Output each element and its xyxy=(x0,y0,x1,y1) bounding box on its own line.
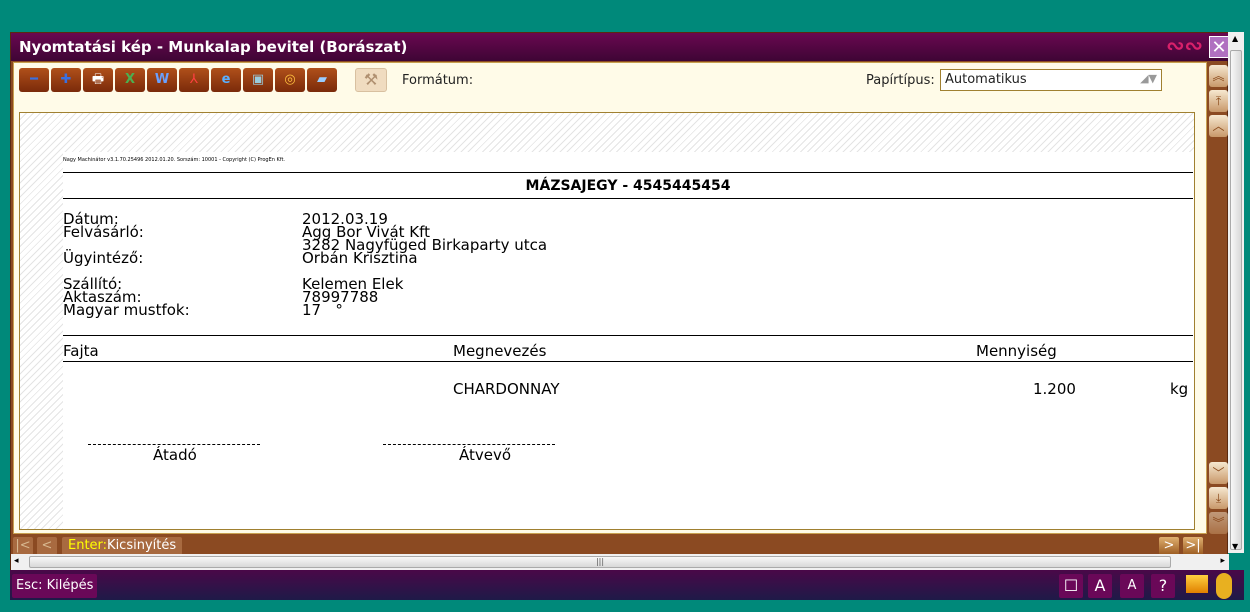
header-line: Nagy Machinátor v3.1.70.25496 2012.01.20… xyxy=(63,157,286,163)
column-header-megnevezes: Megnevezés xyxy=(453,342,547,360)
status-bar: Esc: Kilépés ☐ A A ? xyxy=(10,570,1244,600)
sign-label-atvevo: Átvevő xyxy=(459,446,512,464)
field-label: Magyar mustfok: xyxy=(63,301,190,319)
browser-export-button[interactable]: e xyxy=(211,68,241,92)
print-preview-window: Nyomtatási kép - Munkalap bevitel (Borás… xyxy=(10,32,1229,570)
paper-type-select[interactable]: Automatikus ◢▼ xyxy=(940,69,1162,91)
monitor-icon[interactable] xyxy=(1186,575,1208,593)
document-title: MÁZSAJEGY - 4545445454 xyxy=(525,178,731,194)
bottom-button[interactable]: ⤓ xyxy=(1209,487,1228,509)
font-smaller-button[interactable]: A xyxy=(1120,574,1144,598)
column-header-fajta: Fajta xyxy=(63,342,99,360)
field-label: Felvásárló: xyxy=(63,223,144,241)
logo-icon: ∾∾ xyxy=(1166,34,1203,59)
print-button[interactable]: 🖶 xyxy=(83,68,113,92)
field-value: 17 ° xyxy=(302,301,343,319)
row-mennyiseg: 1.200 xyxy=(1033,380,1076,398)
word-export-button[interactable]: W xyxy=(147,68,177,92)
page-margin-top xyxy=(20,113,1194,152)
pdf-export-button[interactable]: ⅄ xyxy=(179,68,209,92)
scroll-up-button[interactable]: ︿ xyxy=(1209,115,1228,137)
page-margin-left xyxy=(20,113,63,529)
window-title: Nyomtatási kép - Munkalap bevitel (Borás… xyxy=(19,38,408,56)
sign-label-atado: Átadó xyxy=(153,446,197,464)
close-button[interactable]: ✕ xyxy=(1209,36,1229,58)
horizontal-scrollbar[interactable]: ◂ ||| ▸ xyxy=(11,554,1229,570)
last-page-down-button[interactable]: ︾ xyxy=(1209,512,1228,534)
hint-label: Kicsinyítés xyxy=(107,538,177,553)
print-preview-page: Nagy Machinátor v3.1.70.25496 2012.01.20… xyxy=(19,112,1195,530)
hint-key: Enter: xyxy=(68,538,108,553)
scrollbar-thumb[interactable]: ||| xyxy=(29,556,1171,568)
help-button[interactable]: ? xyxy=(1151,574,1175,598)
exit-button[interactable]: Esc: Kilépés xyxy=(12,574,98,598)
first-page-button[interactable]: |< xyxy=(13,537,33,555)
format-label: Formátum: xyxy=(402,73,474,88)
settings-tool-button[interactable]: ⚒ xyxy=(355,68,387,92)
prev-page-button[interactable]: < xyxy=(37,537,57,555)
field-label: Ügyintéző: xyxy=(63,249,144,267)
title-bar: Nyomtatási kép - Munkalap bevitel (Borás… xyxy=(11,33,1229,61)
next-page-button[interactable]: > xyxy=(1159,537,1179,555)
paper-type-label: Papírtípus: xyxy=(866,73,935,88)
chevron-down-icon: ◢▼ xyxy=(1140,72,1157,85)
email-button[interactable]: ◎ xyxy=(275,68,305,92)
zoom-out-hint[interactable]: Enter:Kicsinyítés xyxy=(62,537,183,555)
paper-type-value: Automatikus xyxy=(945,72,1027,87)
database-icon[interactable] xyxy=(1216,573,1232,599)
row-unit: kg xyxy=(1170,380,1189,398)
scrollbar-thumb[interactable] xyxy=(1230,50,1242,550)
vertical-scrollbar[interactable]: ▲ ▼ xyxy=(1228,32,1244,553)
zoom-out-button[interactable]: ━ xyxy=(19,68,49,92)
screen-button[interactable]: ▣ xyxy=(243,68,273,92)
last-page-button[interactable]: >| xyxy=(1183,537,1203,555)
top-button[interactable]: ⤒ xyxy=(1209,90,1228,112)
window-mode-button[interactable]: ☐ xyxy=(1059,574,1083,598)
font-larger-button[interactable]: A xyxy=(1088,574,1112,598)
save-button[interactable]: ▰ xyxy=(307,68,337,92)
page-nav-bar: |< < Enter:Kicsinyítés > >| xyxy=(11,535,1229,555)
scroll-down-button[interactable]: ﹀ xyxy=(1209,462,1228,484)
toolbar: ━ ✚ 🖶 X W ⅄ e ▣ ◎ ▰ xyxy=(19,68,337,92)
field-value: Orbán Krisztina xyxy=(302,249,418,267)
first-page-up-button[interactable]: ︽ xyxy=(1209,65,1228,87)
column-header-mennyiseg: Mennyiség xyxy=(976,342,1057,360)
content-area: ━ ✚ 🖶 X W ⅄ e ▣ ◎ ▰ ⚒ Formátum: Papírtíp… xyxy=(13,62,1207,534)
excel-export-button[interactable]: X xyxy=(115,68,145,92)
row-megnevezes: CHARDONNAY xyxy=(453,380,560,398)
zoom-in-button[interactable]: ✚ xyxy=(51,68,81,92)
